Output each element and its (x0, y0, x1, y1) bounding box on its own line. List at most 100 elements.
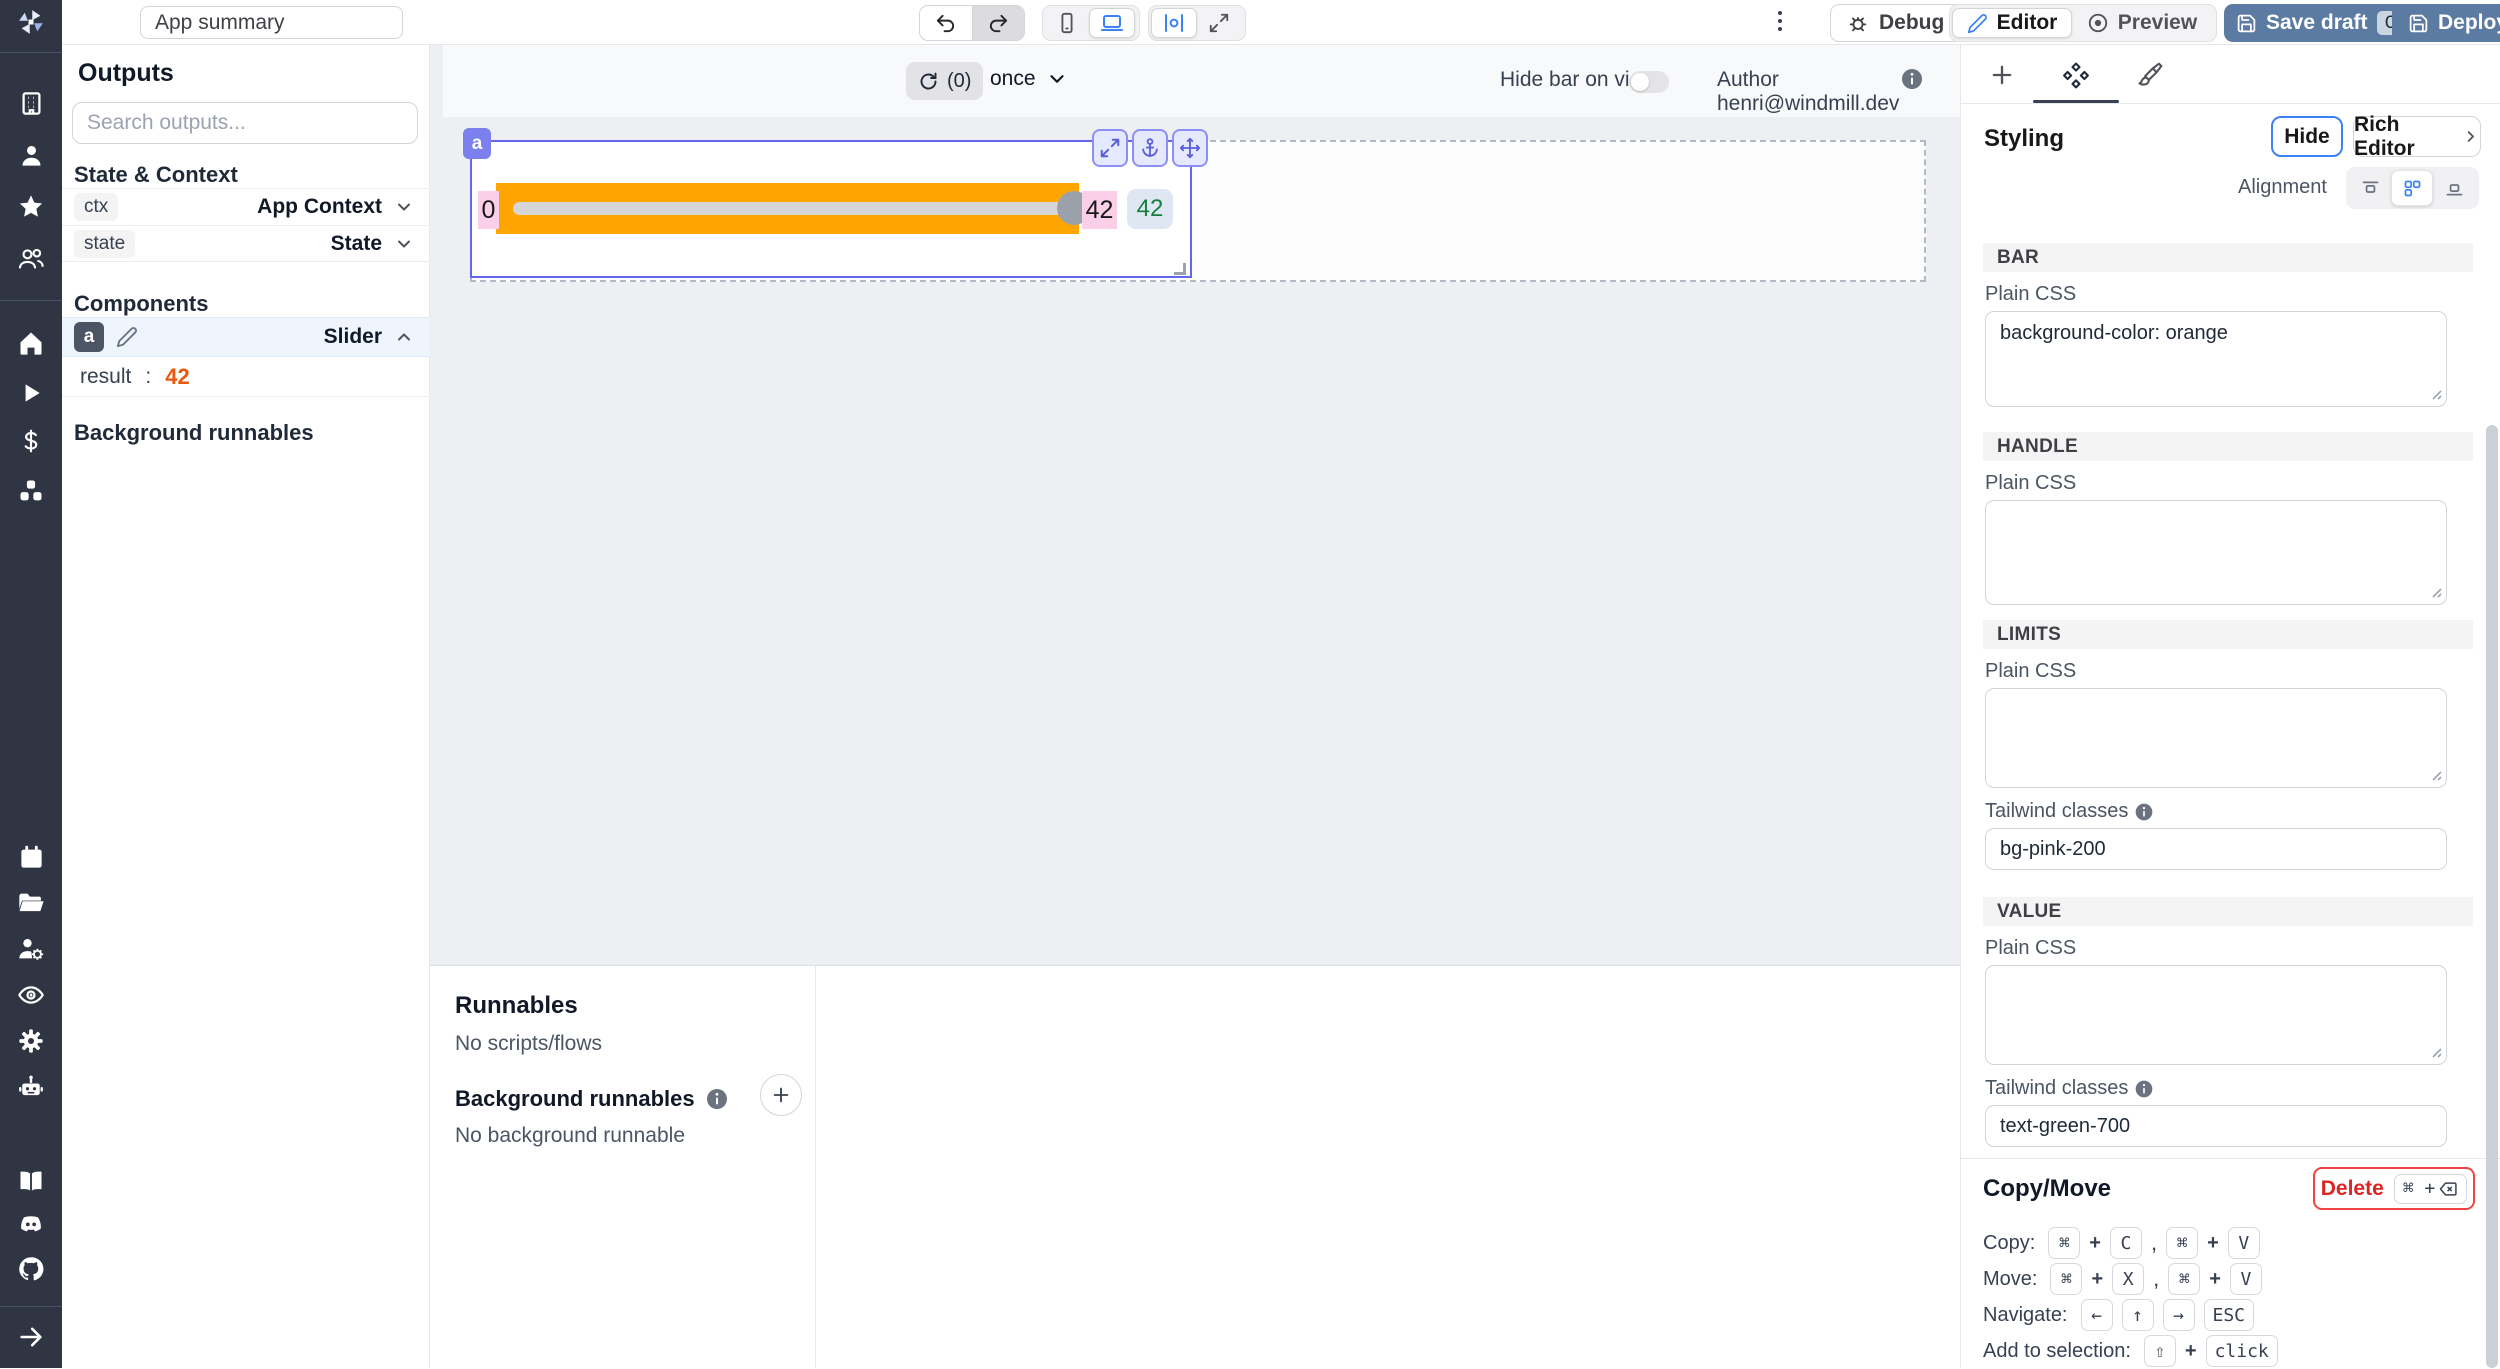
resize-handle-icon[interactable] (1174, 263, 1186, 275)
sidebar-divider (0, 52, 62, 53)
preview-eye-icon (2087, 12, 2109, 34)
runs-play-icon[interactable] (16, 378, 46, 408)
component-tag-badge[interactable]: a (463, 128, 491, 159)
value-plain-css-textarea[interactable] (1985, 965, 2447, 1065)
delete-component-button[interactable]: Delete ⌘ + (2313, 1167, 2475, 1210)
deploy-save-icon (2408, 13, 2429, 34)
kbd-cmd: ⌘ (2166, 1227, 2198, 1259)
state-row[interactable]: state State (62, 225, 430, 262)
value-tailwind-input[interactable] (1985, 1105, 2447, 1147)
variables-dollar-icon[interactable] (16, 426, 46, 456)
laptop-icon (1100, 11, 1124, 35)
editor-canvas[interactable]: (0) once Hide bar on view Author henri@w… (430, 45, 1960, 965)
mobile-view-button[interactable] (1045, 8, 1089, 38)
component-id-badge: a (74, 322, 104, 352)
slider-track[interactable] (513, 202, 1065, 215)
fullwidth-canvas-button[interactable] (1197, 8, 1241, 38)
user-icon[interactable] (16, 140, 46, 170)
github-icon[interactable] (16, 1254, 46, 1284)
textarea-resize-grip[interactable] (2427, 385, 2443, 401)
windmill-logo-icon[interactable] (16, 7, 46, 37)
audit-eye-icon[interactable] (16, 980, 46, 1010)
desktop-view-button[interactable] (1089, 8, 1135, 38)
editor-tab[interactable]: Editor (1952, 8, 2072, 38)
redo-button[interactable] (972, 6, 1024, 40)
center-canvas-button[interactable] (1151, 8, 1197, 38)
textarea-resize-grip[interactable] (2427, 766, 2443, 782)
add-selection-label: Add to selection: (1983, 1340, 2131, 1363)
ai-robot-icon[interactable] (16, 1072, 46, 1102)
workspace-icon[interactable] (16, 88, 46, 118)
app-summary-input[interactable] (140, 6, 403, 39)
discord-icon[interactable] (16, 1210, 46, 1240)
handle-plain-css-textarea[interactable] (1985, 500, 2447, 605)
tailwind-label: Tailwind classes (1985, 1077, 2128, 1100)
kbd-cmd: ⌘ (2050, 1263, 2082, 1295)
docs-book-icon[interactable] (16, 1166, 46, 1196)
resources-boxes-icon[interactable] (16, 476, 46, 506)
expand-component-button[interactable] (1092, 129, 1128, 167)
ctx-row[interactable]: ctx App Context (62, 188, 430, 225)
sidebar-divider (0, 1306, 62, 1307)
chevron-down-icon (1046, 68, 1068, 90)
chevron-down-icon[interactable] (390, 193, 418, 221)
edit-pencil-icon[interactable] (116, 326, 138, 348)
anchor-icon (1139, 137, 1161, 159)
search-outputs-input[interactable] (72, 102, 418, 144)
home-icon[interactable] (16, 328, 46, 358)
favorites-star-icon[interactable] (16, 192, 46, 222)
align-center-button[interactable] (2391, 170, 2433, 206)
component-settings-tab[interactable] (2059, 58, 2093, 92)
align-bottom-button[interactable] (2433, 170, 2475, 206)
more-menu-button[interactable] (1778, 11, 1782, 31)
preview-tab[interactable]: Preview (2072, 8, 2212, 38)
limits-plain-css-textarea[interactable] (1985, 688, 2447, 788)
rich-editor-label: Rich Editor (2354, 113, 2458, 161)
groups-icon[interactable] (16, 244, 46, 274)
run-mode-dropdown[interactable]: once (990, 67, 1068, 91)
move-component-button[interactable] (1172, 129, 1208, 167)
info-icon[interactable] (2134, 1079, 2154, 1099)
shortcut-row-copy: Copy: ⌘ + C , ⌘ + V (1983, 1225, 2260, 1261)
result-colon: : (145, 365, 151, 389)
settings-gear-icon[interactable] (16, 1026, 46, 1056)
limits-tailwind-input[interactable] (1985, 828, 2447, 870)
rich-editor-button[interactable]: Rich Editor (2353, 116, 2481, 157)
chevron-up-icon[interactable] (390, 323, 418, 351)
result-row[interactable]: result : 42 (62, 357, 430, 397)
refresh-button[interactable]: (0) (906, 62, 983, 100)
folders-icon[interactable] (16, 888, 46, 918)
component-diamonds-icon (2062, 61, 2090, 89)
shortcut-row-move: Move: ⌘ + X , ⌘ + V (1983, 1261, 2262, 1297)
deploy-button[interactable]: Deploy (2392, 4, 2500, 42)
global-styling-tab[interactable] (2133, 58, 2167, 92)
save-draft-label: Save draft (2266, 11, 2368, 35)
undo-button[interactable] (920, 6, 972, 40)
info-icon[interactable] (1900, 67, 1924, 91)
workers-user-settings-icon[interactable] (16, 934, 46, 964)
state-type-label: State (331, 232, 382, 256)
schedules-calendar-icon[interactable] (16, 842, 46, 872)
hide-bar-toggle[interactable] (1629, 71, 1669, 93)
state-key-badge: state (74, 230, 135, 258)
runnables-title: Runnables (455, 992, 578, 1020)
expand-sidebar-arrow-icon[interactable] (16, 1322, 46, 1352)
section-bar-header: BAR (1983, 243, 2473, 272)
align-top-button[interactable] (2349, 170, 2391, 206)
maximize-icon (1099, 137, 1121, 159)
info-icon[interactable] (705, 1087, 729, 1111)
delete-label: Delete (2321, 1177, 2384, 1201)
alignment-control (2346, 167, 2479, 209)
add-background-runnable-button[interactable] (760, 1074, 802, 1116)
tabbar-divider (1961, 103, 2500, 104)
info-icon[interactable] (2134, 802, 2154, 822)
insert-component-tab[interactable] (1985, 58, 2019, 92)
panel-scrollbar[interactable] (2486, 425, 2498, 1368)
textarea-resize-grip[interactable] (2427, 583, 2443, 599)
chevron-down-icon[interactable] (390, 230, 418, 258)
component-slider-row[interactable]: a Slider (62, 317, 430, 357)
textarea-resize-grip[interactable] (2427, 1043, 2443, 1059)
anchor-component-button[interactable] (1132, 129, 1168, 167)
bar-plain-css-textarea[interactable]: background-color: orange (1985, 311, 2447, 407)
hide-styling-button[interactable]: Hide (2271, 116, 2343, 157)
